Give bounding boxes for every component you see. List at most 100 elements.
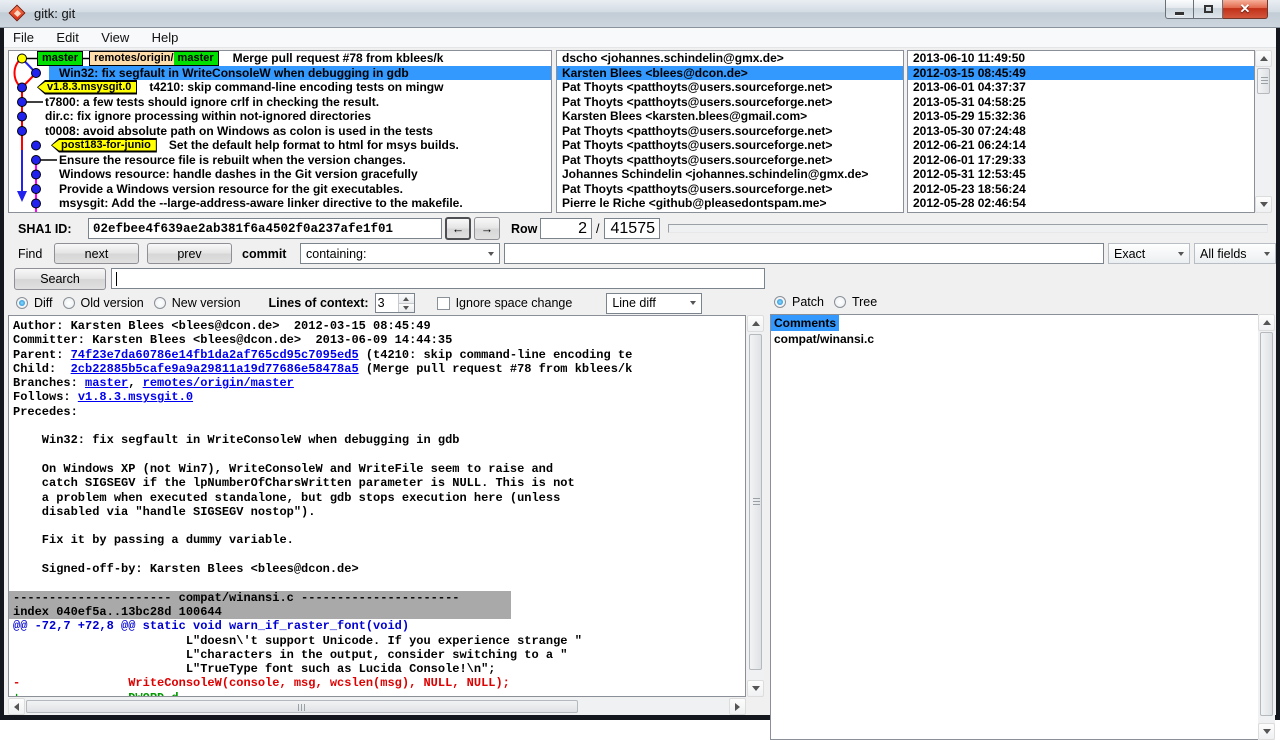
commit-author[interactable]: Pierre le Riche <github@pleasedontspam.m… [557, 196, 903, 211]
commit-list-scrollbar[interactable] [1255, 50, 1272, 213]
diff-mode-combobox[interactable]: Line diff [606, 293, 702, 314]
file-list-scrollbar[interactable] [1258, 314, 1275, 740]
find-query-input[interactable] [504, 243, 1104, 264]
tag-ref[interactable]: post183-for-junio [51, 138, 157, 153]
diff-hscroll-thumb[interactable] [26, 700, 578, 713]
maximize-button[interactable] [1194, 0, 1223, 19]
title-bar[interactable]: gitk: git ✕ [0, 0, 1280, 28]
find-prev-button[interactable]: prev [147, 243, 232, 264]
commit-link[interactable]: 74f23e7da60786e14fb1da2af765cd95c7095ed5 [71, 348, 359, 362]
menu-view[interactable]: View [92, 28, 138, 47]
field-mode-combobox[interactable]: All fields [1194, 243, 1276, 264]
commit-author[interactable]: Karsten Blees <blees@dcon.de> [557, 66, 903, 81]
history-back-button[interactable]: ← [445, 217, 471, 240]
commit-link[interactable]: v1.8.3.msysgit.0 [78, 390, 193, 404]
commit-row[interactable]: masterremotes/origin/masterMerge pull re… [9, 51, 551, 66]
commit-link[interactable]: 2cb22885b5cafe9a9a29811a19d77686e58478a5 [71, 362, 359, 376]
chevron-down-icon [1264, 252, 1270, 256]
tree-radio[interactable] [834, 296, 846, 308]
commit-date[interactable]: 2013-05-31 04:58:25 [908, 95, 1254, 110]
commit-date[interactable]: 2012-03-15 08:45:49 [908, 66, 1254, 81]
tag-ref[interactable]: v1.8.3.msysgit.0 [37, 80, 137, 95]
diff-hscrollbar[interactable] [8, 698, 746, 715]
commit-author[interactable]: Pat Thoyts <patthoyts@users.sourceforge.… [557, 138, 903, 153]
commit-author-pane[interactable]: dscho <johannes.schindelin@gmx.de>Karste… [556, 50, 904, 213]
scroll-down-icon[interactable] [1255, 196, 1272, 213]
search-button[interactable]: Search [14, 268, 106, 290]
scroll-up-icon[interactable] [1255, 50, 1272, 67]
patch-radio[interactable] [774, 296, 786, 308]
spin-down-icon[interactable] [399, 303, 414, 312]
commit-date[interactable]: 2012-05-23 18:56:24 [908, 182, 1254, 197]
scroll-left-icon[interactable] [8, 698, 25, 715]
spin-up-icon[interactable] [399, 294, 414, 303]
diff-scroll-thumb[interactable] [749, 334, 762, 670]
menu-file[interactable]: File [4, 28, 43, 47]
file-list-scroll-thumb[interactable] [1260, 332, 1273, 716]
commit-date[interactable]: 2013-06-10 11:49:50 [908, 51, 1254, 66]
commit-author[interactable]: Pat Thoyts <patthoyts@users.sourceforge.… [557, 80, 903, 95]
commit-row[interactable]: t0008: avoid absolute path on Windows as… [9, 124, 551, 139]
commit-graph-pane[interactable]: masterremotes/origin/masterMerge pull re… [8, 50, 552, 213]
commit-author[interactable]: Pat Thoyts <patthoyts@users.sourceforge.… [557, 95, 903, 110]
find-next-button[interactable]: next [54, 243, 139, 264]
commit-link[interactable]: remotes/origin/master [143, 376, 294, 390]
commit-date[interactable]: 2013-06-01 04:37:37 [908, 80, 1254, 95]
scroll-up-icon[interactable] [1258, 314, 1275, 331]
sha1-label: SHA1 ID: [18, 222, 71, 236]
diff-scrollbar[interactable] [747, 315, 764, 697]
remote-ref[interactable]: remotes/origin/master [89, 51, 219, 66]
history-forward-button[interactable]: → [474, 217, 500, 240]
commit-date[interactable]: 2013-05-30 07:24:48 [908, 124, 1254, 139]
close-button[interactable]: ✕ [1223, 0, 1268, 19]
commit-row[interactable]: t7800: a few tests should ignore crlf in… [9, 95, 551, 110]
commit-author[interactable]: dscho <johannes.schindelin@gmx.de> [557, 51, 903, 66]
commit-date[interactable]: 2013-05-29 15:32:36 [908, 109, 1254, 124]
commit-author[interactable]: Pat Thoyts <patthoyts@users.sourceforge.… [557, 153, 903, 168]
diff-pane[interactable]: Author: Karsten Blees <blees@dcon.de> 20… [8, 315, 746, 697]
diff-line [9, 448, 745, 462]
commit-author[interactable]: Karsten Blees <karsten.blees@gmail.com> [557, 109, 903, 124]
commit-author[interactable]: Pat Thoyts <patthoyts@users.sourceforge.… [557, 124, 903, 139]
commit-row[interactable]: post183-for-junioSet the default help fo… [9, 138, 551, 153]
menu-help[interactable]: Help [143, 28, 188, 47]
commit-date[interactable]: 2012-05-28 02:46:54 [908, 196, 1254, 211]
commit-link[interactable]: master [85, 376, 128, 390]
scroll-down-icon[interactable] [1258, 723, 1275, 740]
menu-edit[interactable]: Edit [47, 28, 87, 47]
commit-row[interactable]: Provide a Windows version resource for t… [9, 182, 551, 197]
new-version-radio[interactable] [154, 297, 166, 309]
context-spinbox[interactable]: 3 [375, 293, 415, 313]
diff-radio[interactable] [16, 297, 28, 309]
scroll-right-icon[interactable] [729, 698, 746, 715]
commit-row[interactable]: dir.c: fix ignore processing within not-… [9, 109, 551, 124]
minimize-button[interactable] [1165, 0, 1194, 19]
commit-author[interactable]: Pat Thoyts <patthoyts@users.sourceforge.… [557, 182, 903, 197]
file-list-item[interactable]: compat/winansi.c [771, 331, 877, 347]
diff-line [9, 419, 745, 433]
commit-date-pane[interactable]: 2013-06-10 11:49:502012-03-15 08:45:4920… [907, 50, 1255, 213]
commit-row[interactable]: msysgit: Add the --large-address-aware l… [9, 196, 551, 211]
commit-row[interactable]: v1.8.3.msysgit.0t4210: skip command-line… [9, 80, 551, 95]
find-type-combobox[interactable]: containing: [300, 243, 500, 264]
commit-date[interactable]: 2012-06-21 06:24:14 [908, 138, 1254, 153]
match-mode-combobox[interactable]: Exact [1108, 243, 1190, 264]
commit-list-scroll-thumb[interactable] [1257, 68, 1270, 94]
commit-date[interactable]: 2012-05-31 12:53:45 [908, 167, 1254, 182]
scroll-down-icon[interactable] [747, 680, 764, 697]
ignore-space-checkbox[interactable] [437, 297, 450, 310]
row-number-field[interactable]: 2 [540, 218, 592, 239]
commit-row[interactable]: Windows resource: handle dashes in the G… [9, 167, 551, 182]
total-rows-field[interactable]: 41575 [604, 218, 660, 239]
scroll-up-icon[interactable] [747, 315, 764, 332]
branch-ref[interactable]: master [37, 51, 83, 66]
old-version-radio[interactable] [63, 297, 75, 309]
file-list-pane[interactable]: Commentscompat/winansi.c [770, 314, 1262, 740]
commit-row[interactable]: Ensure the resource file is rebuilt when… [9, 153, 551, 168]
commit-row[interactable]: Win32: fix segfault in WriteConsoleW whe… [9, 66, 551, 81]
file-list-item[interactable]: Comments [771, 315, 839, 331]
commit-author[interactable]: Johannes Schindelin <johannes.schindelin… [557, 167, 903, 182]
sha1-input[interactable]: 02efbee4f639ae2ab381f6a4502f0a237afe1f01 [88, 218, 442, 239]
search-input[interactable] [111, 268, 765, 289]
commit-date[interactable]: 2012-06-01 17:29:33 [908, 153, 1254, 168]
